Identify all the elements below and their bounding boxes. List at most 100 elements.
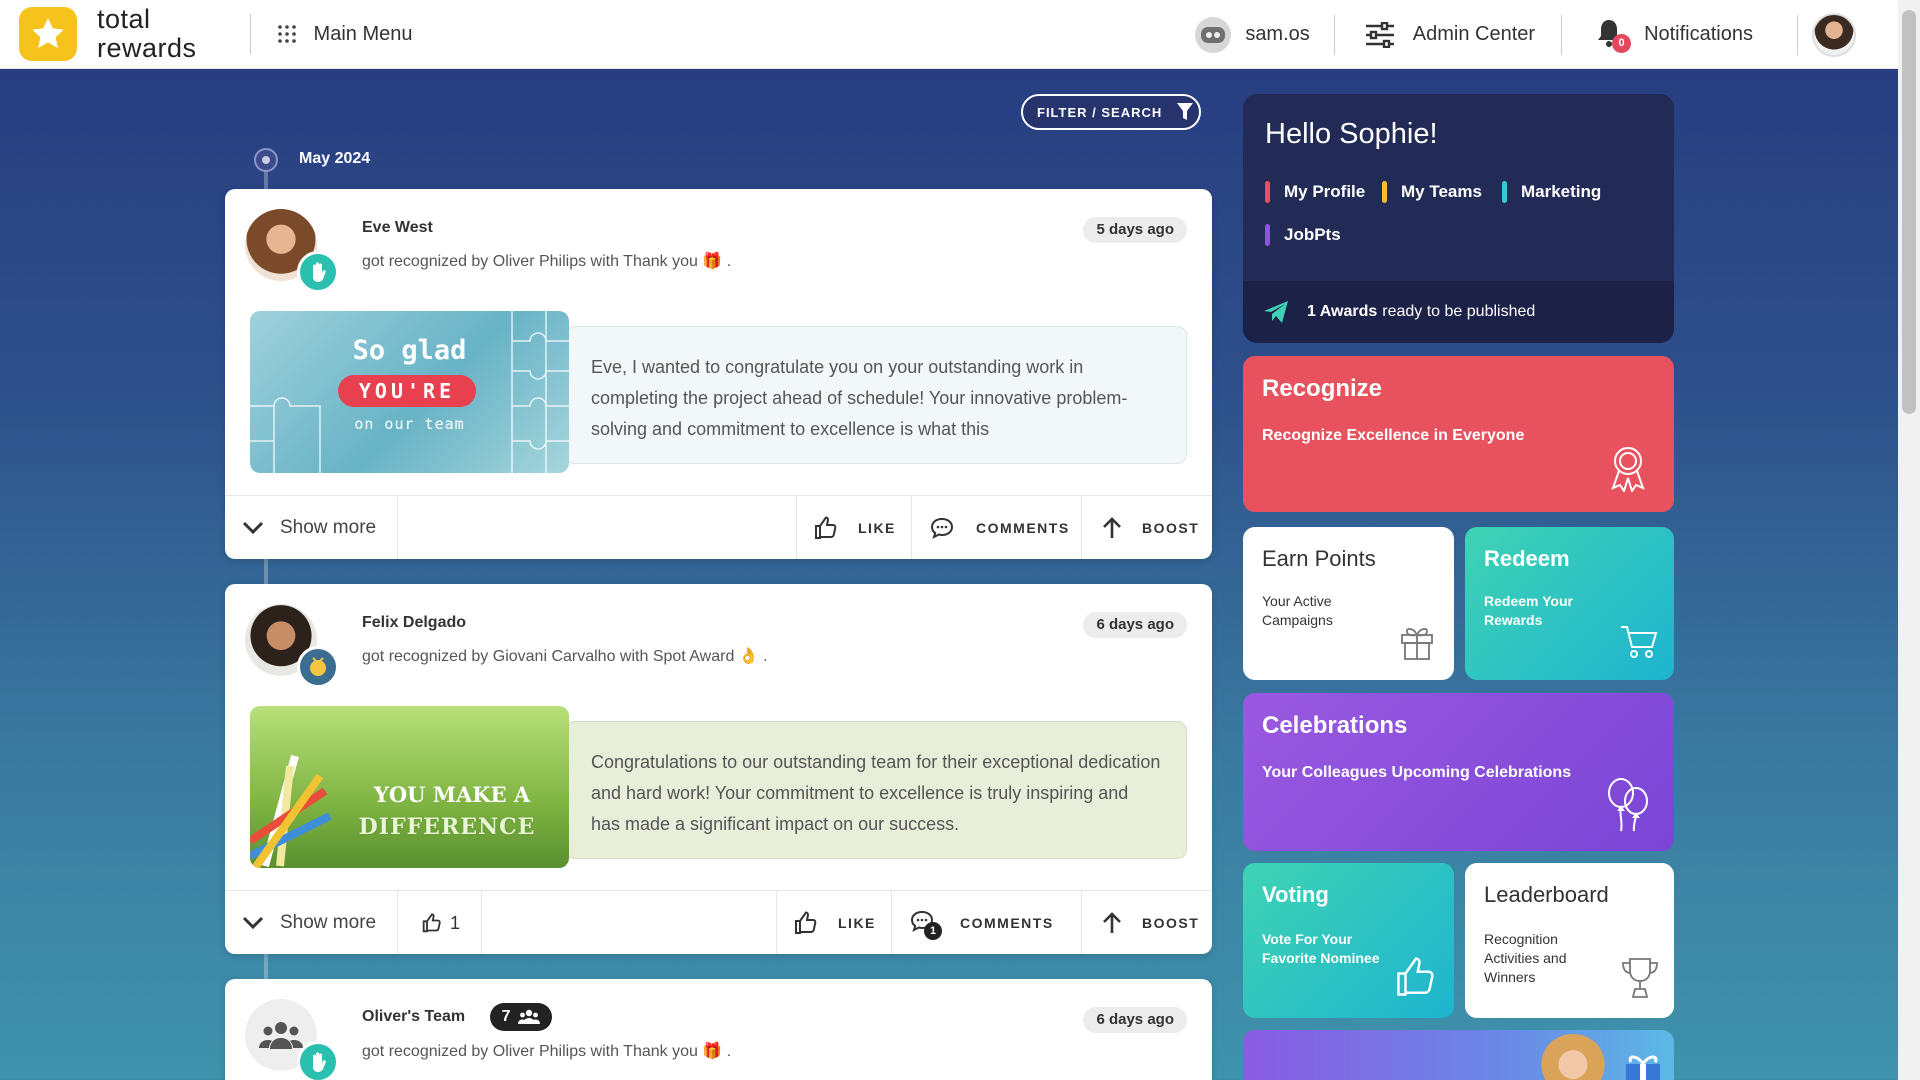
- comments-label: COMMENTS: [960, 915, 1054, 931]
- team-name: Oliver's Team: [362, 1008, 466, 1026]
- link-marketing[interactable]: Marketing: [1502, 181, 1601, 203]
- comments-button[interactable]: 1 COMMENTS: [892, 891, 1082, 954]
- link-jobpts[interactable]: JobPts: [1265, 224, 1341, 246]
- color-bar: [1265, 224, 1270, 246]
- ecard-subline: on our team: [354, 415, 465, 433]
- leaderboard-tile[interactable]: Leaderboard Recognition Activities and W…: [1465, 863, 1674, 1018]
- balloons-icon: [1608, 778, 1648, 832]
- tile-subtitle-line: Activities and: [1484, 950, 1567, 966]
- tile-title: Voting: [1262, 882, 1329, 907]
- header-divider: [1333, 14, 1335, 55]
- recipient-name[interactable]: Felix Delgado: [362, 614, 466, 632]
- celebrations-tile[interactable]: Celebrations Your Colleagues Upcoming Ce…: [1243, 693, 1674, 851]
- filter-search-button[interactable]: FILTER / SEARCH: [1021, 94, 1201, 130]
- ecard-highlight: DIFFERENCE: [358, 814, 536, 840]
- post-time-badge: 6 days ago: [1083, 612, 1187, 638]
- boost-button[interactable]: BOOST: [1082, 891, 1212, 954]
- footer-spacer: [482, 891, 777, 954]
- comment-count-badge: 1: [924, 922, 942, 940]
- pencils-icon: [250, 754, 332, 868]
- voting-tile[interactable]: Voting Vote For Your Favorite Nominee: [1243, 863, 1454, 1018]
- brand-name: total rewards: [97, 5, 197, 63]
- recipient-name[interactable]: Oliver's Team 7: [362, 1003, 553, 1031]
- link-label: JobPts: [1284, 225, 1341, 244]
- team-count-value: 7: [501, 1008, 511, 1025]
- like-label: LIKE: [858, 520, 896, 536]
- notification-count-badge: 0: [1612, 33, 1632, 53]
- admin-center-button[interactable]: Admin Center: [1365, 21, 1535, 48]
- like-count-value: 1: [450, 912, 461, 933]
- awards-text: ready to be published: [1382, 303, 1536, 320]
- like-count[interactable]: 1: [398, 891, 482, 954]
- footer-spacer: [398, 496, 797, 559]
- promo-banner-tile[interactable]: [1243, 1030, 1674, 1080]
- link-my-teams[interactable]: My Teams: [1382, 181, 1482, 203]
- link-my-profile[interactable]: My Profile: [1265, 181, 1365, 203]
- boost-button[interactable]: BOOST: [1082, 496, 1212, 559]
- notifications-button[interactable]: 0 Notifications: [1596, 18, 1753, 53]
- tile-subtitle: Your Active Campaigns: [1262, 592, 1333, 630]
- star-logo-icon: [19, 7, 77, 61]
- thumbs-up-icon: [815, 516, 837, 539]
- recognize-tile[interactable]: Recognize Recognize Excellence in Everyo…: [1243, 356, 1674, 512]
- top-navigation-bar: total rewards Main Menu sam.os Admin Cen…: [0, 0, 1898, 69]
- comments-button[interactable]: COMMENTS: [912, 496, 1082, 559]
- tile-subtitle-line: Rewards: [1484, 612, 1543, 628]
- header-divider: [1561, 14, 1563, 55]
- timeline-dot: [254, 148, 278, 172]
- message-text: Eve, I wanted to congratulate you on you…: [591, 357, 1128, 439]
- like-button[interactable]: LIKE: [797, 496, 912, 559]
- filter-search-label: FILTER / SEARCH: [1037, 104, 1163, 120]
- username-label: sam.os: [1245, 23, 1310, 45]
- ecard-image[interactable]: So glad YOU'RE on our team: [250, 311, 569, 473]
- thumbs-up-icon: [795, 911, 817, 934]
- link-label: My Teams: [1401, 182, 1482, 201]
- show-more-button[interactable]: Show more: [225, 891, 398, 954]
- arrow-up-icon: [1103, 912, 1121, 933]
- user-account-button[interactable]: sam.os: [1195, 16, 1310, 53]
- brand-logo[interactable]: total rewards: [19, 5, 197, 63]
- tile-subtitle-line: Campaigns: [1262, 612, 1333, 628]
- timeline-month-label: May 2024: [299, 150, 371, 167]
- welcome-panel: Hello Sophie! My Profile My Teams Market…: [1243, 94, 1674, 343]
- paper-plane-icon: [1264, 301, 1288, 323]
- team-member-count: 7: [489, 1003, 553, 1031]
- shopping-cart-icon: [1621, 626, 1658, 658]
- tile-subtitle: Recognize Excellence in Everyone: [1262, 427, 1525, 444]
- header-divider: [1797, 14, 1798, 55]
- ecard-image[interactable]: YOU MAKE A DIFFERENCE: [250, 706, 569, 868]
- chevron-down-icon: [242, 916, 264, 930]
- tile-title: Recognize: [1262, 375, 1383, 402]
- recognition-message: Eve, I wanted to congratulate you on you…: [565, 326, 1187, 464]
- people-icon: [518, 1009, 541, 1024]
- post-actions: Show more LIKE COMMENTS BOOST: [225, 495, 1212, 559]
- gift-icon: [1401, 628, 1433, 660]
- boost-label: BOOST: [1142, 915, 1200, 931]
- tile-subtitle-line: Winners: [1484, 969, 1536, 985]
- group-icon: [259, 1022, 303, 1049]
- tile-subtitle: Vote For Your Favorite Nominee: [1262, 930, 1379, 968]
- wave-hand-icon: [297, 1041, 339, 1080]
- notifications-label: Notifications: [1644, 23, 1753, 45]
- show-more-label: Show more: [280, 912, 377, 933]
- sliders-icon: [1365, 21, 1394, 48]
- profile-avatar[interactable]: [1812, 12, 1856, 57]
- page-scrollbar[interactable]: [1898, 0, 1920, 1080]
- scrollbar-thumb[interactable]: [1902, 10, 1916, 414]
- boost-label: BOOST: [1142, 520, 1200, 536]
- ribbon-award-icon: [1611, 447, 1645, 492]
- awards-count: 1 Awards: [1307, 303, 1378, 320]
- feed-post: Felix Delgado got recognized by Giovani …: [225, 584, 1212, 954]
- main-menu-button[interactable]: Main Menu: [277, 22, 413, 46]
- redeem-tile[interactable]: Redeem Redeem Your Rewards: [1465, 527, 1674, 680]
- show-more-button[interactable]: Show more: [225, 496, 398, 559]
- funnel-icon: [1177, 103, 1194, 120]
- brand-line-2: rewards: [97, 33, 197, 63]
- gift-box-icon: [1626, 1055, 1660, 1080]
- feed-post: Eve West got recognized by Oliver Philip…: [225, 189, 1212, 559]
- awards-ready-notice[interactable]: 1 Awards ready to be published: [1243, 281, 1674, 343]
- like-button[interactable]: LIKE: [777, 891, 892, 954]
- main-menu-label: Main Menu: [313, 22, 413, 45]
- recipient-name[interactable]: Eve West: [362, 219, 433, 237]
- earn-points-tile[interactable]: Earn Points Your Active Campaigns: [1243, 527, 1454, 680]
